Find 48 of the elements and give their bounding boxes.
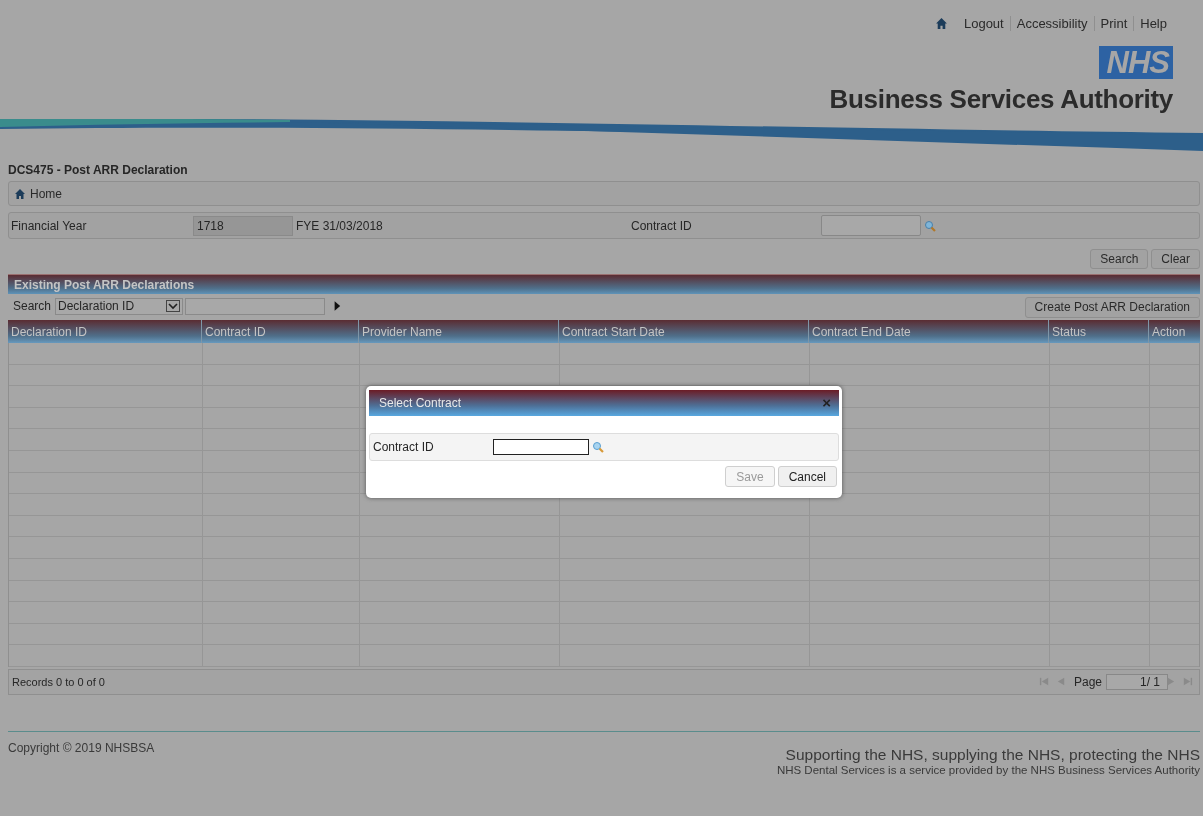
year-end-text: FYE 31/03/2018 <box>296 218 384 233</box>
contract-id-field[interactable] <box>493 439 589 455</box>
home-link[interactable]: Home <box>9 186 62 201</box>
column-header: Provider Name <box>358 320 558 343</box>
column-header: Declaration ID <box>10 324 89 341</box>
last-page-icon[interactable] <box>1182 676 1193 688</box>
column-header: Contract Start Date <box>558 320 808 343</box>
organisation-name: Business Services Authority <box>829 84 1173 115</box>
search-label: Search <box>13 299 52 313</box>
copyright-text: Copyright © 2019 NHSBSA <box>8 740 155 757</box>
contract-id-field[interactable] <box>821 215 921 236</box>
field-label: Financial Year <box>10 218 88 233</box>
records-count: Records 0 to 0 of 0 <box>12 675 105 688</box>
column-header: Status <box>1048 320 1148 343</box>
search-icon[interactable] <box>592 441 604 453</box>
search-icon[interactable] <box>924 219 936 232</box>
next-page-icon[interactable] <box>1165 676 1176 688</box>
home-icon[interactable] <box>934 16 948 30</box>
search-by-dropdown[interactable]: Declaration ID <box>55 297 184 315</box>
column-header: Action <box>1148 320 1195 343</box>
page-field[interactable] <box>1106 673 1168 690</box>
nhs-logo: NHS <box>1098 46 1173 79</box>
create-declaration-button[interactable]: Create Post ARR Declaration <box>1024 296 1200 318</box>
field-label: Contract ID <box>631 218 693 233</box>
service-note: NHS Dental Services is a service provided by the NHS Business Services Authority <box>776 763 1200 777</box>
go-arrow-icon[interactable] <box>333 300 342 312</box>
header-link[interactable]: Help <box>1134 15 1173 31</box>
page-label: Page <box>1073 674 1102 689</box>
dropdown-arrow-icon[interactable] <box>166 300 181 312</box>
page-title: DCS475 - Post ARR Declaration <box>8 162 189 179</box>
filter-button[interactable]: Clear <box>1151 249 1200 269</box>
column-header: Contract ID <box>201 320 358 343</box>
first-page-icon[interactable] <box>1038 676 1050 688</box>
field-label: Contract ID <box>373 440 435 454</box>
dialog-button[interactable]: Cancel <box>777 466 837 487</box>
grid-search-field[interactable] <box>185 297 326 315</box>
grid-caption: Existing Post ARR Declarations <box>8 274 1200 294</box>
header-link[interactable]: Accessibility <box>1010 15 1094 31</box>
page-count: 1/ 1 <box>1140 674 1160 689</box>
header-link[interactable]: Logout <box>957 15 1010 31</box>
filter-button[interactable]: Search <box>1090 249 1149 269</box>
tagline-text: Supporting the NHS, supplying the NHS, protecting the NHS <box>785 746 1200 763</box>
dialog-title: Select Contract <box>379 396 462 410</box>
home-icon[interactable] <box>14 187 26 200</box>
previous-page-icon[interactable] <box>1055 676 1067 688</box>
financial-year-field: 1718 <box>193 215 293 236</box>
column-header: Contract End Date <box>808 320 1048 343</box>
header-link[interactable]: Print <box>1094 15 1134 31</box>
